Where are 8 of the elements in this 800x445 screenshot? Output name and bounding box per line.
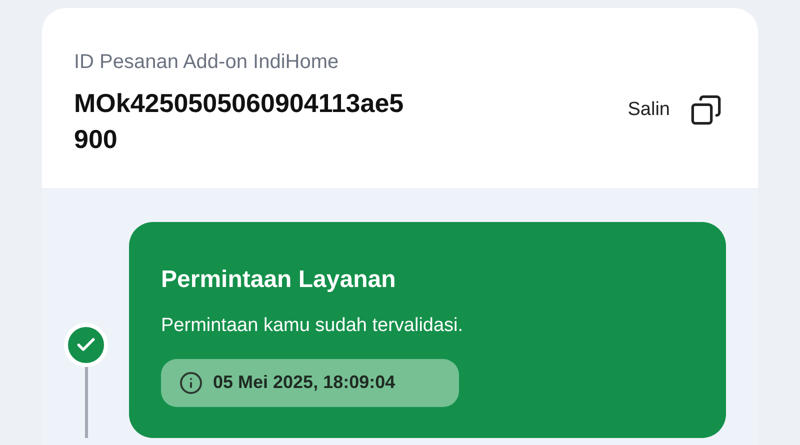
- step-title: Permintaan Layanan: [161, 265, 396, 295]
- copy-button[interactable]: Salin: [628, 94, 722, 126]
- copy-icon: [690, 94, 722, 126]
- info-icon: [179, 370, 203, 394]
- order-id: MOk4250505060904113ae5900: [74, 87, 405, 156]
- timestamp-badge: 05 Mei 2025, 18:09:04: [161, 358, 459, 406]
- step-description: Permintaan kamu sudah tervalidasi.: [161, 314, 464, 338]
- order-id-label: ID Pesanan Add-on IndiHome: [74, 50, 340, 75]
